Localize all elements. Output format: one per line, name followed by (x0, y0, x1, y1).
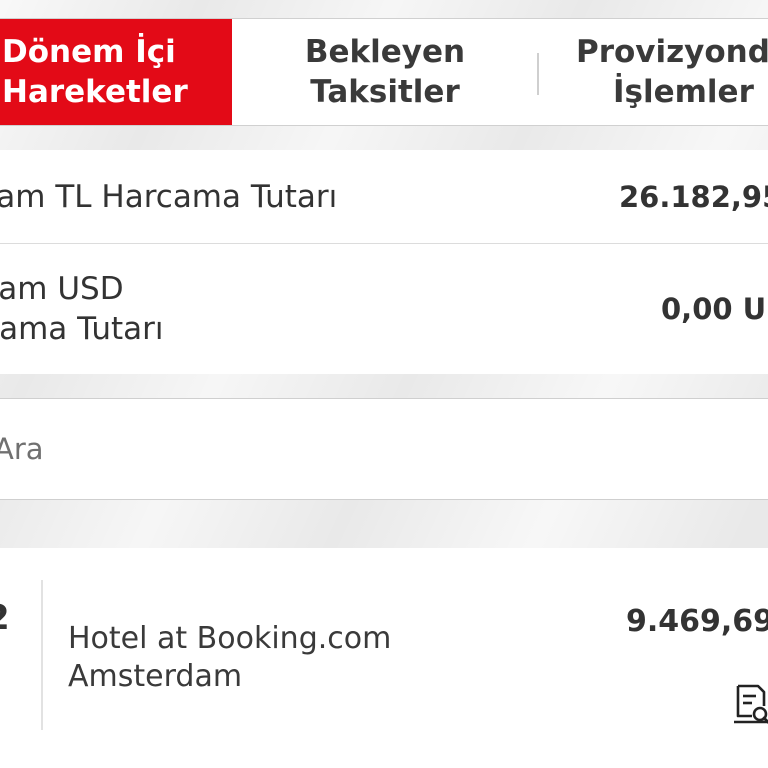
total-usd-value: 0,00 US (661, 292, 768, 326)
total-usd-row: plam USD rcama Tutarı 0,00 US (0, 244, 768, 374)
tab-divider (537, 53, 539, 95)
tab-period-transactions[interactable]: Dönem İçi Hareketler (0, 19, 232, 125)
transaction-item[interactable]: 2 a 5 Hotel at Booking.com Amsterdam 9.4… (0, 548, 768, 768)
transaction-divider (41, 580, 43, 730)
total-usd-label: plam USD rcama Tutarı (0, 271, 164, 347)
total-tl-row: plam TL Harcama Tutarı 26.182,95 (0, 150, 768, 244)
tab-bar: Dönem İçi Hareketler Bekleyen Taksitler … (0, 18, 768, 126)
tab-pending-installments[interactable]: Bekleyen Taksitler (232, 19, 538, 125)
transaction-amount: 9.469,69 (626, 604, 768, 639)
tab-provision-transactions[interactable]: Provizyonda İşlemler (538, 19, 768, 125)
total-tl-label: plam TL Harcama Tutarı (0, 178, 338, 215)
search-input[interactable] (0, 431, 696, 467)
search-bar (0, 398, 768, 500)
transaction-date: 2 a 5 (0, 588, 42, 738)
transaction-description: Hotel at Booking.com Amsterdam (68, 621, 392, 694)
transaction-day: 2 (0, 598, 10, 638)
spending-summary: plam TL Harcama Tutarı 26.182,95 plam US… (0, 150, 768, 374)
receipt-search-icon[interactable] (732, 682, 768, 726)
total-tl-value: 26.182,95 (619, 179, 768, 214)
